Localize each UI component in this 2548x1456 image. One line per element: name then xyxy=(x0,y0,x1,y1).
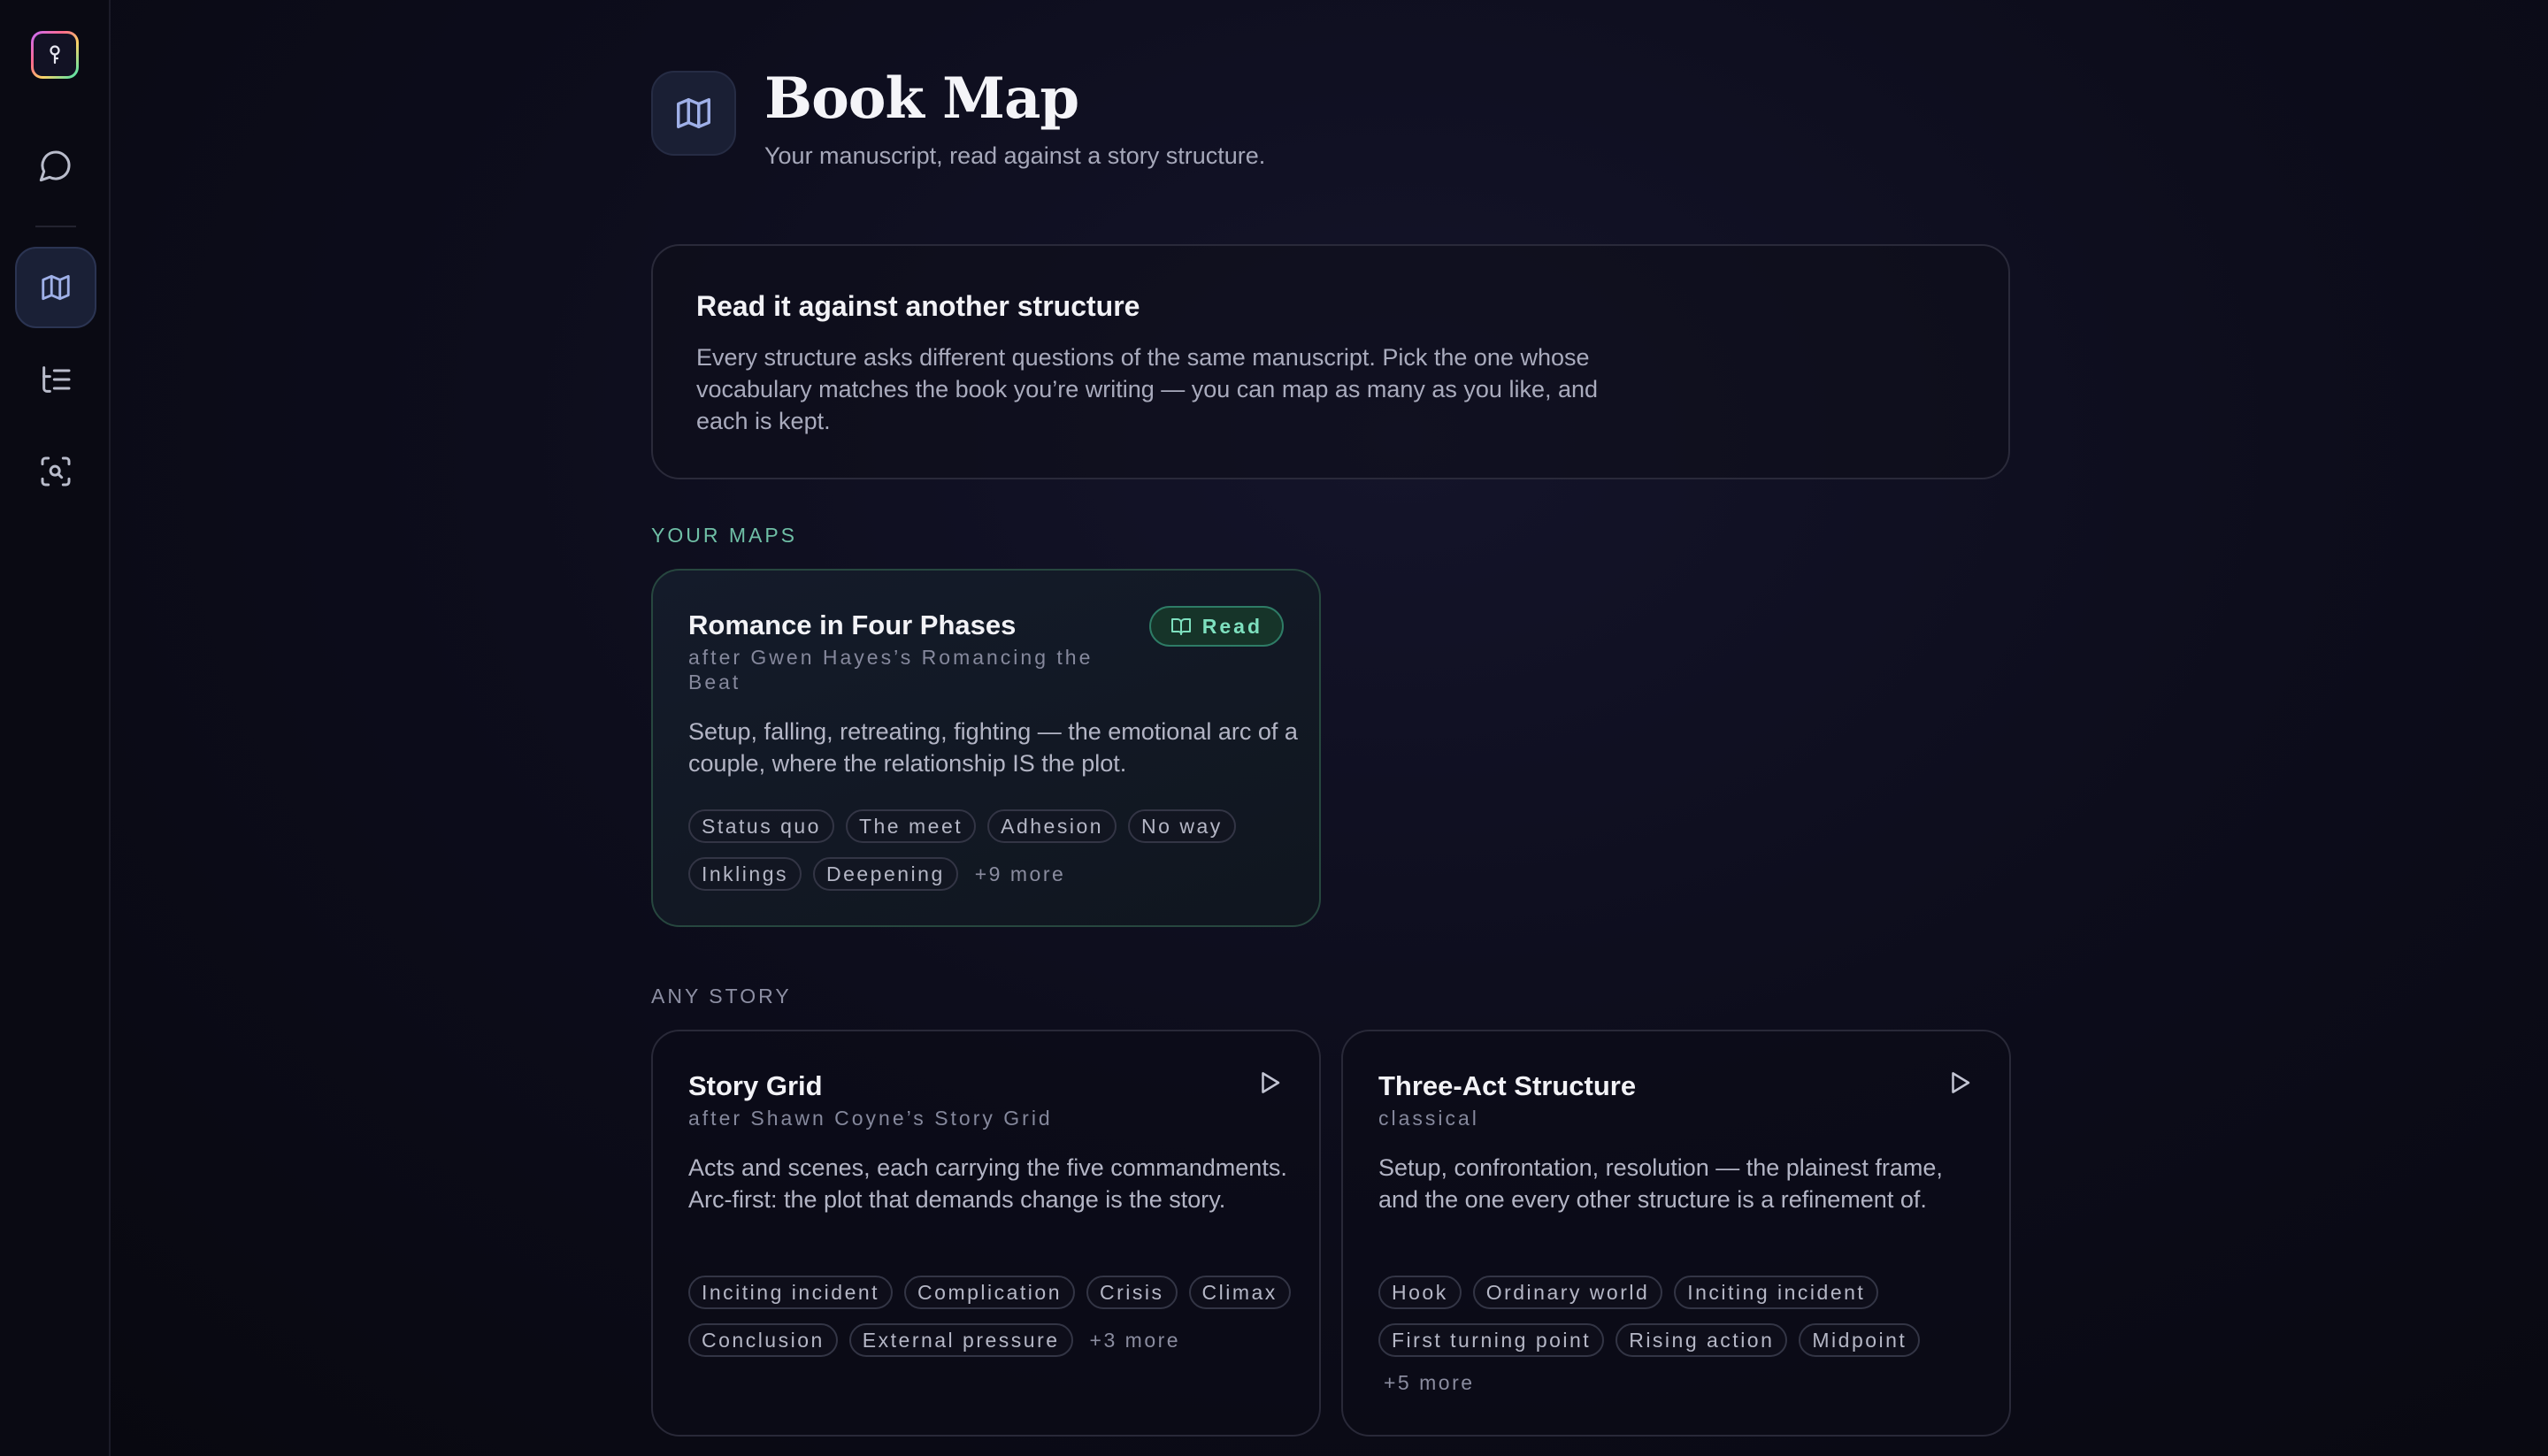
start-map-button[interactable] xyxy=(1942,1065,1977,1100)
beat-chip: Climax xyxy=(1188,1276,1291,1309)
card-description: Setup, falling, retreating, fighting — t… xyxy=(688,718,1298,777)
beat-chips: Status quo The meet Adhesion No way Inkl… xyxy=(688,809,1290,891)
section-label-your-maps: YOUR MAPS xyxy=(651,524,798,547)
beat-chip: Conclusion xyxy=(688,1323,838,1357)
page-title: Book Map xyxy=(764,65,1079,132)
beat-chips: Hook Ordinary world Inciting incident Fi… xyxy=(1378,1276,1989,1395)
app-logo[interactable] xyxy=(31,31,79,79)
play-icon xyxy=(1262,1072,1280,1093)
beat-chip: Adhesion xyxy=(987,809,1117,843)
intro-card: Read it against another structure Every … xyxy=(651,244,2010,479)
chat-bubble-icon xyxy=(39,150,71,182)
more-beats-count: +3 more xyxy=(1089,1328,1181,1352)
beat-chip: Midpoint xyxy=(1799,1323,1921,1357)
beat-chip: External pressure xyxy=(848,1323,1073,1357)
beat-chip: Inklings xyxy=(688,857,802,891)
sidebar-divider xyxy=(35,226,76,227)
play-icon xyxy=(1952,1072,1970,1093)
card-title: Story Grid xyxy=(688,1070,823,1101)
beat-chip: Deepening xyxy=(812,857,958,891)
card-title: Romance in Four Phases xyxy=(688,609,1017,640)
card-byline: after Shawn Coyne’s Story Grid xyxy=(688,1107,1053,1130)
sidebar xyxy=(0,0,111,1456)
beat-chip: Rising action xyxy=(1616,1323,1788,1357)
beat-chip: Complication xyxy=(904,1276,1075,1309)
sidebar-item-scan[interactable] xyxy=(15,431,96,512)
beat-chip: Ordinary world xyxy=(1472,1276,1663,1309)
read-button[interactable]: Read xyxy=(1148,606,1284,647)
sidebar-item-book-map[interactable] xyxy=(15,247,96,328)
sidebar-item-chat[interactable] xyxy=(15,125,96,206)
map-icon xyxy=(677,97,710,129)
beat-chip: Hook xyxy=(1378,1276,1462,1309)
card-byline: after Gwen Hayes’s Romancing the Beat xyxy=(688,646,1094,694)
beat-chip: Inciting incident xyxy=(1674,1276,1879,1309)
card-title: Three-Act Structure xyxy=(1378,1070,1637,1101)
map-card-romance[interactable]: Romance in Four Phases after Gwen Hayes’… xyxy=(651,569,1321,927)
beat-chip: Inciting incident xyxy=(688,1276,894,1309)
intro-body: Every structure asks different questions… xyxy=(696,344,1599,434)
page-header-icon xyxy=(651,71,736,156)
card-description: Acts and scenes, each carrying the five … xyxy=(688,1154,1287,1213)
read-button-label: Read xyxy=(1201,614,1262,638)
card-description: Setup, confrontation, resolution — the p… xyxy=(1378,1154,1943,1213)
beat-chip: First turning point xyxy=(1378,1323,1605,1357)
map-icon xyxy=(42,274,70,301)
keyhole-icon xyxy=(50,45,60,65)
card-byline: classical xyxy=(1378,1107,1479,1130)
book-open-icon xyxy=(1170,618,1191,635)
page-subtitle: Your manuscript, read against a story st… xyxy=(764,142,1266,169)
beat-chip: The meet xyxy=(845,809,977,843)
scan-search-icon xyxy=(41,456,71,487)
beat-chip: Status quo xyxy=(688,809,834,843)
more-beats-count: +5 more xyxy=(1384,1371,1475,1394)
structure-card-story-grid[interactable]: Story Grid after Shawn Coyne’s Story Gri… xyxy=(651,1030,1321,1437)
intro-title: Read it against another structure xyxy=(696,290,1140,322)
outline-list-icon xyxy=(42,366,71,393)
beat-chips: Inciting incident Complication Crisis Cl… xyxy=(688,1276,1299,1357)
section-label-any-story: ANY STORY xyxy=(651,985,792,1008)
sidebar-item-outline[interactable] xyxy=(15,339,96,420)
start-map-button[interactable] xyxy=(1252,1065,1287,1100)
beat-chip: Crisis xyxy=(1086,1276,1178,1309)
structure-card-three-act[interactable]: Three-Act Structure classical Setup, con… xyxy=(1341,1030,2011,1437)
beat-chip: No way xyxy=(1128,809,1236,843)
more-beats-count: +9 more xyxy=(974,862,1066,885)
